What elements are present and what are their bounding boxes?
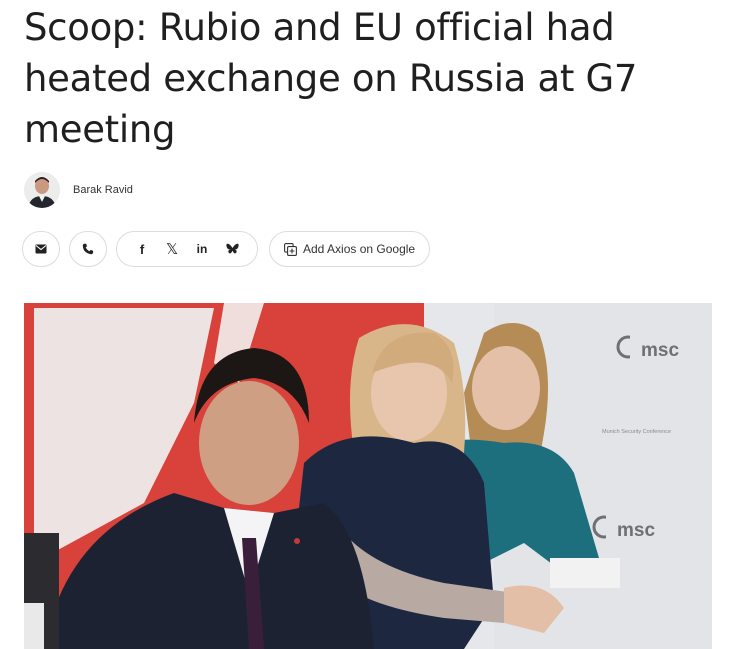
article-hero-photo: msc Munich Security Conference msc <box>24 303 712 649</box>
x-icon[interactable]: 𝕏 <box>157 234 187 264</box>
msc-logo-top-text: msc <box>641 340 679 361</box>
share-toolbar: f 𝕏 in Add Axios on Google <box>22 231 431 267</box>
facebook-icon[interactable]: f <box>127 234 157 264</box>
social-share-group: f 𝕏 in <box>116 231 258 267</box>
author-avatar[interactable] <box>24 172 60 208</box>
add-source-icon <box>284 242 297 256</box>
msc-logo-bottom-text: msc <box>617 520 655 541</box>
phone-share-button[interactable] <box>69 231 107 267</box>
phone-icon <box>82 243 94 255</box>
email-share-button[interactable] <box>22 231 60 267</box>
byline: Barak Ravid <box>24 172 133 208</box>
article-headline: Scoop: Rubio and EU official had heated … <box>24 6 638 151</box>
author-name[interactable]: Barak Ravid <box>73 184 133 196</box>
backdrop-small-text: Munich Security Conference <box>602 429 671 435</box>
bluesky-icon[interactable] <box>217 234 247 264</box>
add-axios-on-google-label: Add Axios on Google <box>303 242 416 256</box>
add-axios-on-google-button[interactable]: Add Axios on Google <box>269 231 431 267</box>
linkedin-icon[interactable]: in <box>187 234 217 264</box>
mail-icon <box>35 244 47 254</box>
